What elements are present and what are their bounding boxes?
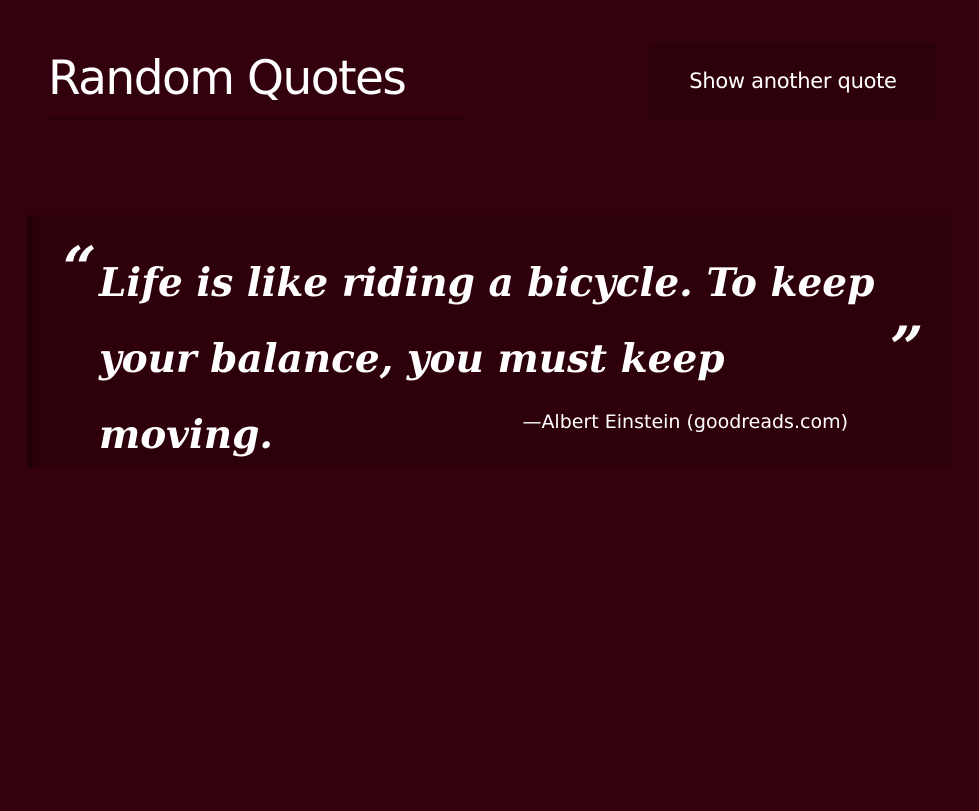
close-quote-mark: ” (890, 314, 924, 382)
title-underline (48, 118, 464, 120)
open-quote-mark: “ (63, 234, 97, 302)
page-header: Random Quotes Show another quote (48, 44, 936, 120)
quote-attribution: —Albert Einstein (goodreads.com) (522, 411, 848, 433)
quote-card: “ Life is like riding a bicycle. To keep… (27, 215, 952, 468)
quote-text: Life is like riding a bicycle. To keep y… (99, 260, 875, 458)
page-title: Random Quotes (48, 51, 407, 106)
show-another-quote-button[interactable]: Show another quote (650, 44, 936, 118)
